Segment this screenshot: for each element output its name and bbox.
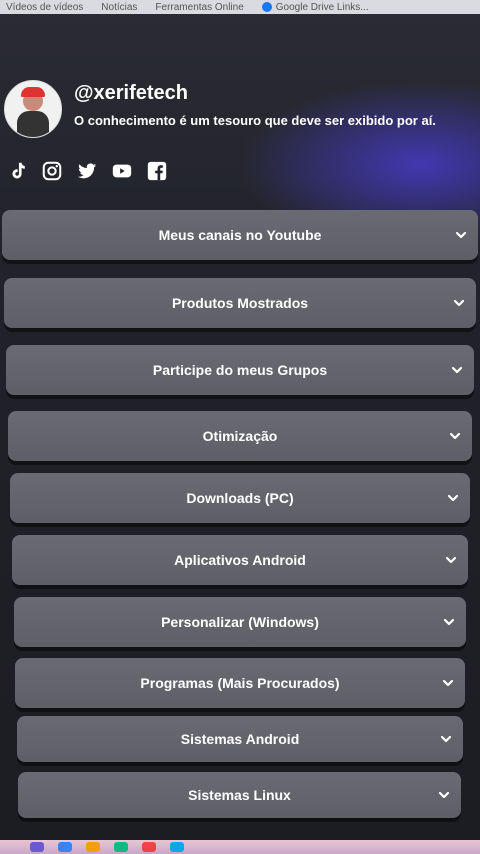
link-label: Produtos Mostrados: [171, 295, 309, 311]
taskbar-app-icon[interactable]: [170, 842, 184, 852]
link-button[interactable]: Aplicativos Android: [12, 535, 468, 585]
link-button[interactable]: Otimização: [8, 411, 472, 461]
chevron-down-icon: [450, 363, 464, 377]
chevron-down-icon: [446, 491, 460, 505]
bookmarks-bar: Vídeos de vídeos Notícias Ferramentas On…: [0, 0, 480, 14]
link-label: Aplicativos Android: [174, 552, 306, 568]
bookmark-item[interactable]: Google Drive Links...: [261, 1, 369, 13]
bookmark-label: Notícias: [101, 1, 138, 13]
link-label: Sistemas Android: [180, 731, 300, 747]
avatar: [4, 80, 62, 138]
chevron-down-icon: [437, 788, 451, 802]
link-label: Participe do meus Grupos: [152, 362, 328, 378]
link-label: Programas (Mais Procurados): [140, 675, 340, 691]
link-button[interactable]: Downloads (PC): [10, 473, 470, 523]
bookmark-item[interactable]: Vídeos de vídeos: [6, 2, 83, 13]
bookmark-label: Ferramentas Online: [155, 1, 244, 13]
youtube-icon[interactable]: [111, 160, 133, 182]
profile-handle: @xerifetech: [74, 82, 188, 104]
facebook-icon[interactable]: [146, 160, 168, 182]
bookmark-label: Google Drive Links...: [275, 1, 369, 13]
taskbar-app-icon[interactable]: [114, 842, 128, 852]
bookmark-label: Vídeos de vídeos: [6, 1, 84, 13]
chevron-down-icon: [439, 732, 453, 746]
taskbar: [0, 840, 480, 854]
chevron-down-icon: [452, 296, 466, 310]
taskbar-app-icon[interactable]: [86, 842, 100, 852]
profile-bio: O conhecimento é um tesouro que deve ser…: [74, 113, 436, 128]
link-button[interactable]: Programas (Mais Procurados): [15, 658, 465, 708]
link-button[interactable]: Personalizar (Windows): [14, 597, 466, 647]
bookmark-item[interactable]: Notícias: [101, 2, 137, 13]
link-label: Sistemas Linux: [188, 787, 291, 803]
taskbar-app-icon[interactable]: [30, 842, 44, 852]
link-label: Otimização: [202, 428, 278, 444]
facebook-icon: [261, 2, 272, 12]
link-button[interactable]: Meus canais no Youtube: [2, 210, 478, 260]
link-label: Personalizar (Windows): [161, 614, 319, 630]
link-page: @xerifetech O conhecimento é um tesouro …: [0, 14, 480, 840]
link-label: Meus canais no Youtube: [158, 227, 322, 243]
profile-header: @xerifetech O conhecimento é um tesouro …: [4, 80, 436, 138]
twitter-icon[interactable]: [76, 160, 98, 182]
chevron-down-icon: [448, 429, 462, 443]
link-button[interactable]: Sistemas Linux: [18, 772, 461, 818]
link-button[interactable]: Produtos Mostrados: [4, 278, 476, 328]
social-links: [6, 160, 168, 182]
link-button[interactable]: Sistemas Android: [17, 716, 463, 762]
chevron-down-icon: [441, 676, 455, 690]
taskbar-app-icon[interactable]: [142, 842, 156, 852]
chevron-down-icon: [442, 615, 456, 629]
bookmark-item[interactable]: Ferramentas Online: [155, 2, 243, 13]
instagram-icon[interactable]: [41, 160, 63, 182]
taskbar-app-icon[interactable]: [58, 842, 72, 852]
link-label: Downloads (PC): [186, 490, 294, 506]
chevron-down-icon: [454, 228, 468, 242]
tiktok-icon[interactable]: [6, 160, 28, 182]
chevron-down-icon: [444, 553, 458, 567]
link-button[interactable]: Participe do meus Grupos: [6, 345, 474, 395]
